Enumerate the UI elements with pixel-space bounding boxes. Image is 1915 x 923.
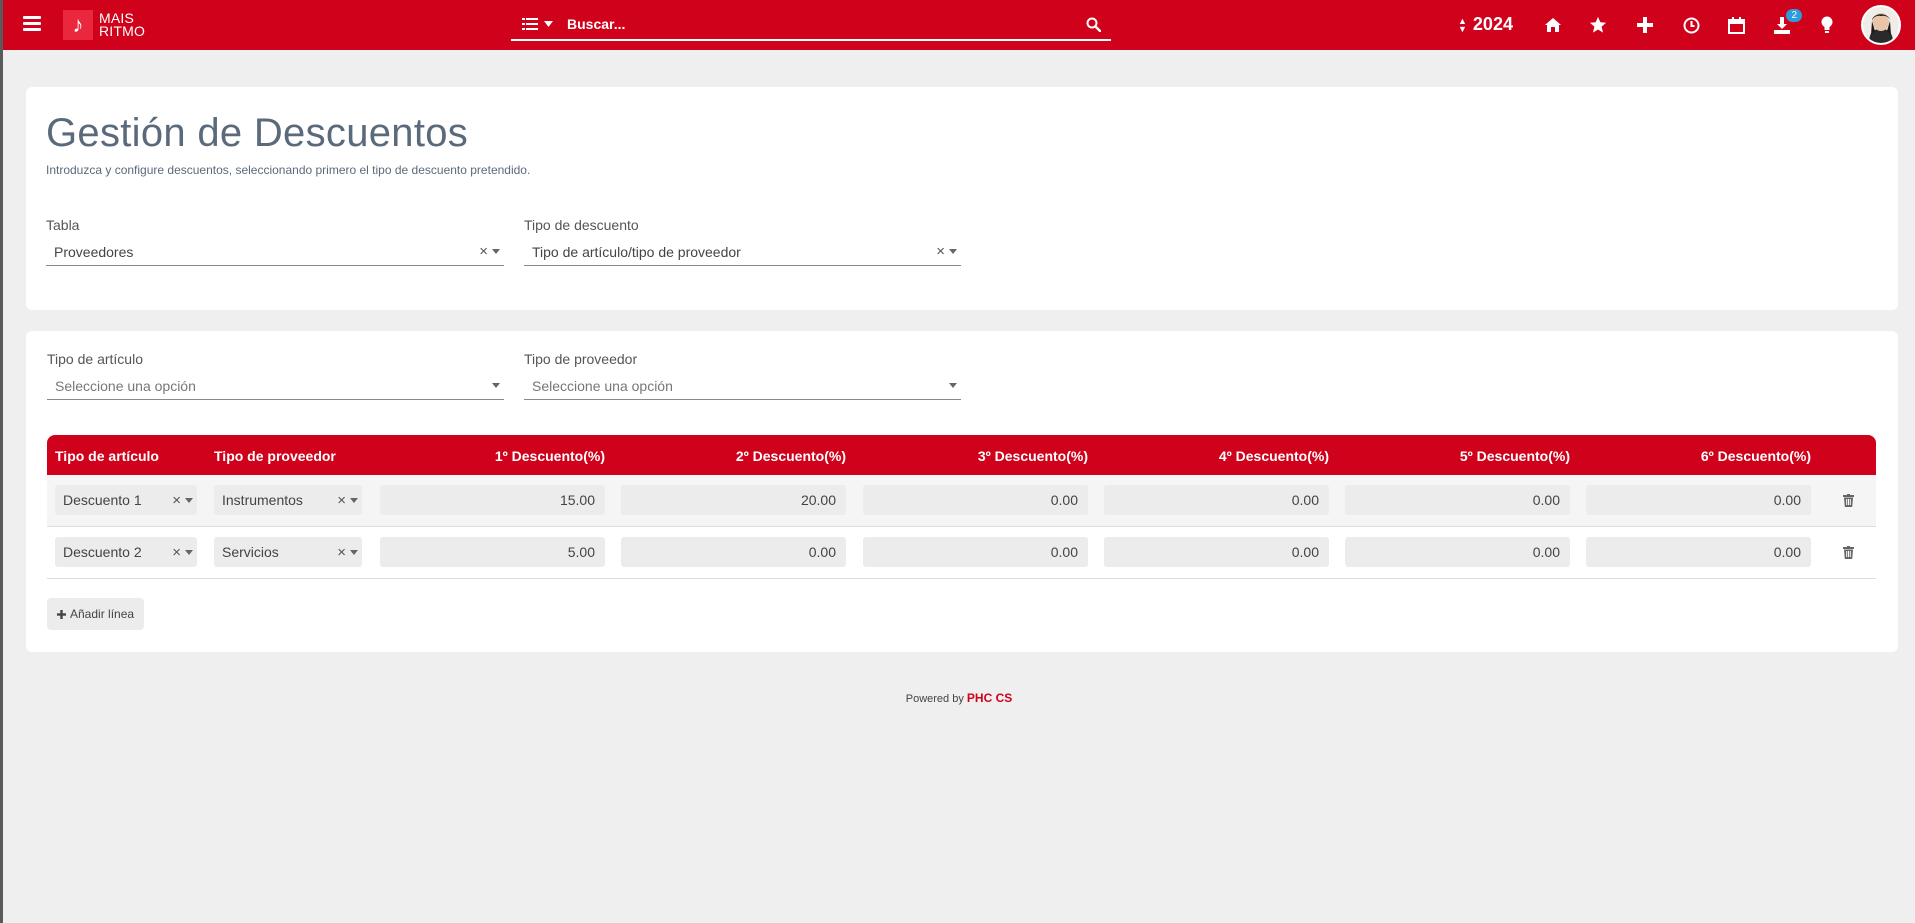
col-descuento-6[interactable]: 6º Descuento(%) bbox=[1701, 448, 1811, 464]
sort-icon: ▲ ▼ bbox=[1458, 15, 1467, 34]
descuento-5-input[interactable]: 0.00 bbox=[1345, 537, 1570, 567]
plus-icon[interactable] bbox=[1633, 13, 1657, 37]
page-subtitle: Introduzca y configure descuentos, selec… bbox=[46, 163, 531, 177]
descuento-1-input[interactable]: 5.00 bbox=[380, 537, 605, 567]
descuento-4-input[interactable]: 0.00 bbox=[1104, 537, 1329, 567]
descuento-6-input[interactable]: 0.00 bbox=[1586, 537, 1811, 567]
clear-icon[interactable]: × bbox=[479, 243, 488, 260]
app-logo[interactable]: ♪ MAIS RITMO bbox=[63, 9, 145, 41]
chevron-down-icon bbox=[185, 497, 193, 503]
powered-by-text: Powered by bbox=[905, 693, 964, 705]
tipo-proveedor-cell-select[interactable]: Instrumentos × bbox=[214, 485, 362, 515]
tipo-articulo-value: Descuento 2 bbox=[63, 544, 142, 560]
col-descuento-1[interactable]: 1º Descuento(%) bbox=[495, 448, 605, 464]
descuento-4-input[interactable]: 0.00 bbox=[1104, 485, 1329, 515]
col-tipo-articulo[interactable]: Tipo de artículo bbox=[55, 448, 159, 464]
tipo-articulo-value: Descuento 1 bbox=[63, 492, 142, 508]
table-header: Tipo de artículo Tipo de proveedor 1º De… bbox=[47, 435, 1876, 475]
discounts-card: Tipo de artículo Seleccione una opción T… bbox=[26, 331, 1898, 652]
add-line-label: Añadir línea bbox=[70, 607, 135, 621]
chevron-down-icon bbox=[949, 249, 957, 254]
chevron-down-icon bbox=[949, 383, 957, 388]
descuento-3-input[interactable]: 0.00 bbox=[863, 537, 1088, 567]
search-icon[interactable] bbox=[1075, 17, 1111, 32]
header-card: Gestión de Descuentos Introduzca y confi… bbox=[26, 87, 1898, 310]
clock-icon[interactable] bbox=[1679, 13, 1703, 37]
calendar-icon[interactable] bbox=[1724, 13, 1748, 37]
lightbulb-icon[interactable] bbox=[1815, 13, 1839, 37]
clear-icon[interactable]: × bbox=[936, 243, 945, 260]
tipo-descuento-select[interactable]: Tipo de artículo/tipo de proveedor × bbox=[524, 238, 961, 266]
col-descuento-3[interactable]: 3º Descuento(%) bbox=[978, 448, 1088, 464]
tabla-label: Tabla bbox=[46, 217, 80, 233]
logo-line2: RITMO bbox=[99, 23, 146, 39]
table-row: Descuento 1 × Instrumentos × 15.00 20.00… bbox=[47, 475, 1876, 527]
clear-icon[interactable]: × bbox=[172, 492, 181, 509]
delete-row-icon[interactable] bbox=[1843, 494, 1854, 512]
col-descuento-4[interactable]: 4º Descuento(%) bbox=[1219, 448, 1329, 464]
clear-icon[interactable]: × bbox=[172, 544, 181, 561]
delete-row-icon[interactable] bbox=[1843, 546, 1854, 564]
tipo-articulo-select[interactable]: Seleccione una opción bbox=[47, 372, 504, 400]
descuento-6-input[interactable]: 0.00 bbox=[1586, 485, 1811, 515]
descuento-1-input[interactable]: 15.00 bbox=[380, 485, 605, 515]
descuento-2-input[interactable]: 20.00 bbox=[621, 485, 846, 515]
search-bar bbox=[511, 9, 1111, 41]
tabla-value: Proveedores bbox=[54, 243, 134, 260]
clear-icon[interactable]: × bbox=[337, 544, 346, 561]
menu-icon[interactable] bbox=[23, 16, 41, 32]
clear-icon[interactable]: × bbox=[337, 492, 346, 509]
chevron-down-icon bbox=[543, 21, 553, 27]
col-descuento-2[interactable]: 2º Descuento(%) bbox=[736, 448, 846, 464]
tabla-select[interactable]: Proveedores × bbox=[46, 238, 504, 266]
tipo-proveedor-placeholder: Seleccione una opción bbox=[532, 377, 673, 394]
list-icon bbox=[521, 18, 538, 30]
tipo-proveedor-cell-select[interactable]: Servicios × bbox=[214, 537, 362, 567]
home-icon[interactable] bbox=[1541, 13, 1565, 37]
descuento-3-input[interactable]: 0.00 bbox=[863, 485, 1088, 515]
top-bar: ♪ MAIS RITMO ▲▼ 2024 2 bbox=[3, 0, 1915, 50]
chevron-down-icon bbox=[492, 383, 500, 388]
tipo-articulo-cell-select[interactable]: Descuento 1 × bbox=[55, 485, 197, 515]
search-input[interactable] bbox=[563, 16, 1075, 32]
tipo-articulo-cell-select[interactable]: Descuento 2 × bbox=[55, 537, 197, 567]
tipo-proveedor-value: Servicios bbox=[222, 544, 279, 560]
chevron-down-icon bbox=[185, 549, 193, 555]
music-note-icon: ♪ bbox=[63, 10, 93, 40]
tipo-descuento-value: Tipo de artículo/tipo de proveedor bbox=[532, 243, 741, 260]
tipo-descuento-label: Tipo de descuento bbox=[524, 217, 639, 233]
chevron-down-icon bbox=[350, 549, 358, 555]
tipo-articulo-placeholder: Seleccione una opción bbox=[55, 377, 196, 394]
tipo-proveedor-label: Tipo de proveedor bbox=[524, 351, 638, 367]
table-row: Descuento 2 × Servicios × 5.00 0.00 0.00… bbox=[47, 527, 1876, 579]
brand-link[interactable]: PHC CS bbox=[967, 691, 1012, 705]
star-icon[interactable] bbox=[1586, 13, 1610, 37]
footer: Powered by PHC CS bbox=[3, 691, 1915, 705]
tipo-proveedor-value: Instrumentos bbox=[222, 492, 303, 508]
add-line-button[interactable]: Añadir línea bbox=[47, 598, 145, 630]
col-descuento-5[interactable]: 5º Descuento(%) bbox=[1460, 448, 1570, 464]
year-value: 2024 bbox=[1472, 14, 1513, 34]
descuento-2-input[interactable]: 0.00 bbox=[621, 537, 846, 567]
discounts-table: Tipo de artículo Tipo de proveedor 1º De… bbox=[47, 435, 1876, 579]
page-title: Gestión de Descuentos bbox=[46, 111, 469, 155]
chevron-down-icon bbox=[492, 249, 500, 254]
col-tipo-proveedor[interactable]: Tipo de proveedor bbox=[214, 448, 336, 464]
search-scope-dropdown[interactable] bbox=[511, 18, 563, 30]
tipo-proveedor-select[interactable]: Seleccione una opción bbox=[524, 372, 961, 400]
chevron-down-icon bbox=[350, 497, 358, 503]
plus-icon bbox=[57, 609, 66, 619]
tipo-articulo-label: Tipo de artículo bbox=[47, 351, 143, 367]
descuento-5-input[interactable]: 0.00 bbox=[1345, 485, 1570, 515]
download-icon[interactable]: 2 bbox=[1770, 9, 1802, 37]
avatar[interactable] bbox=[1861, 5, 1901, 45]
year-selector[interactable]: ▲ ▼ 2024 bbox=[1458, 14, 1513, 35]
downloads-badge: 2 bbox=[1786, 9, 1802, 22]
